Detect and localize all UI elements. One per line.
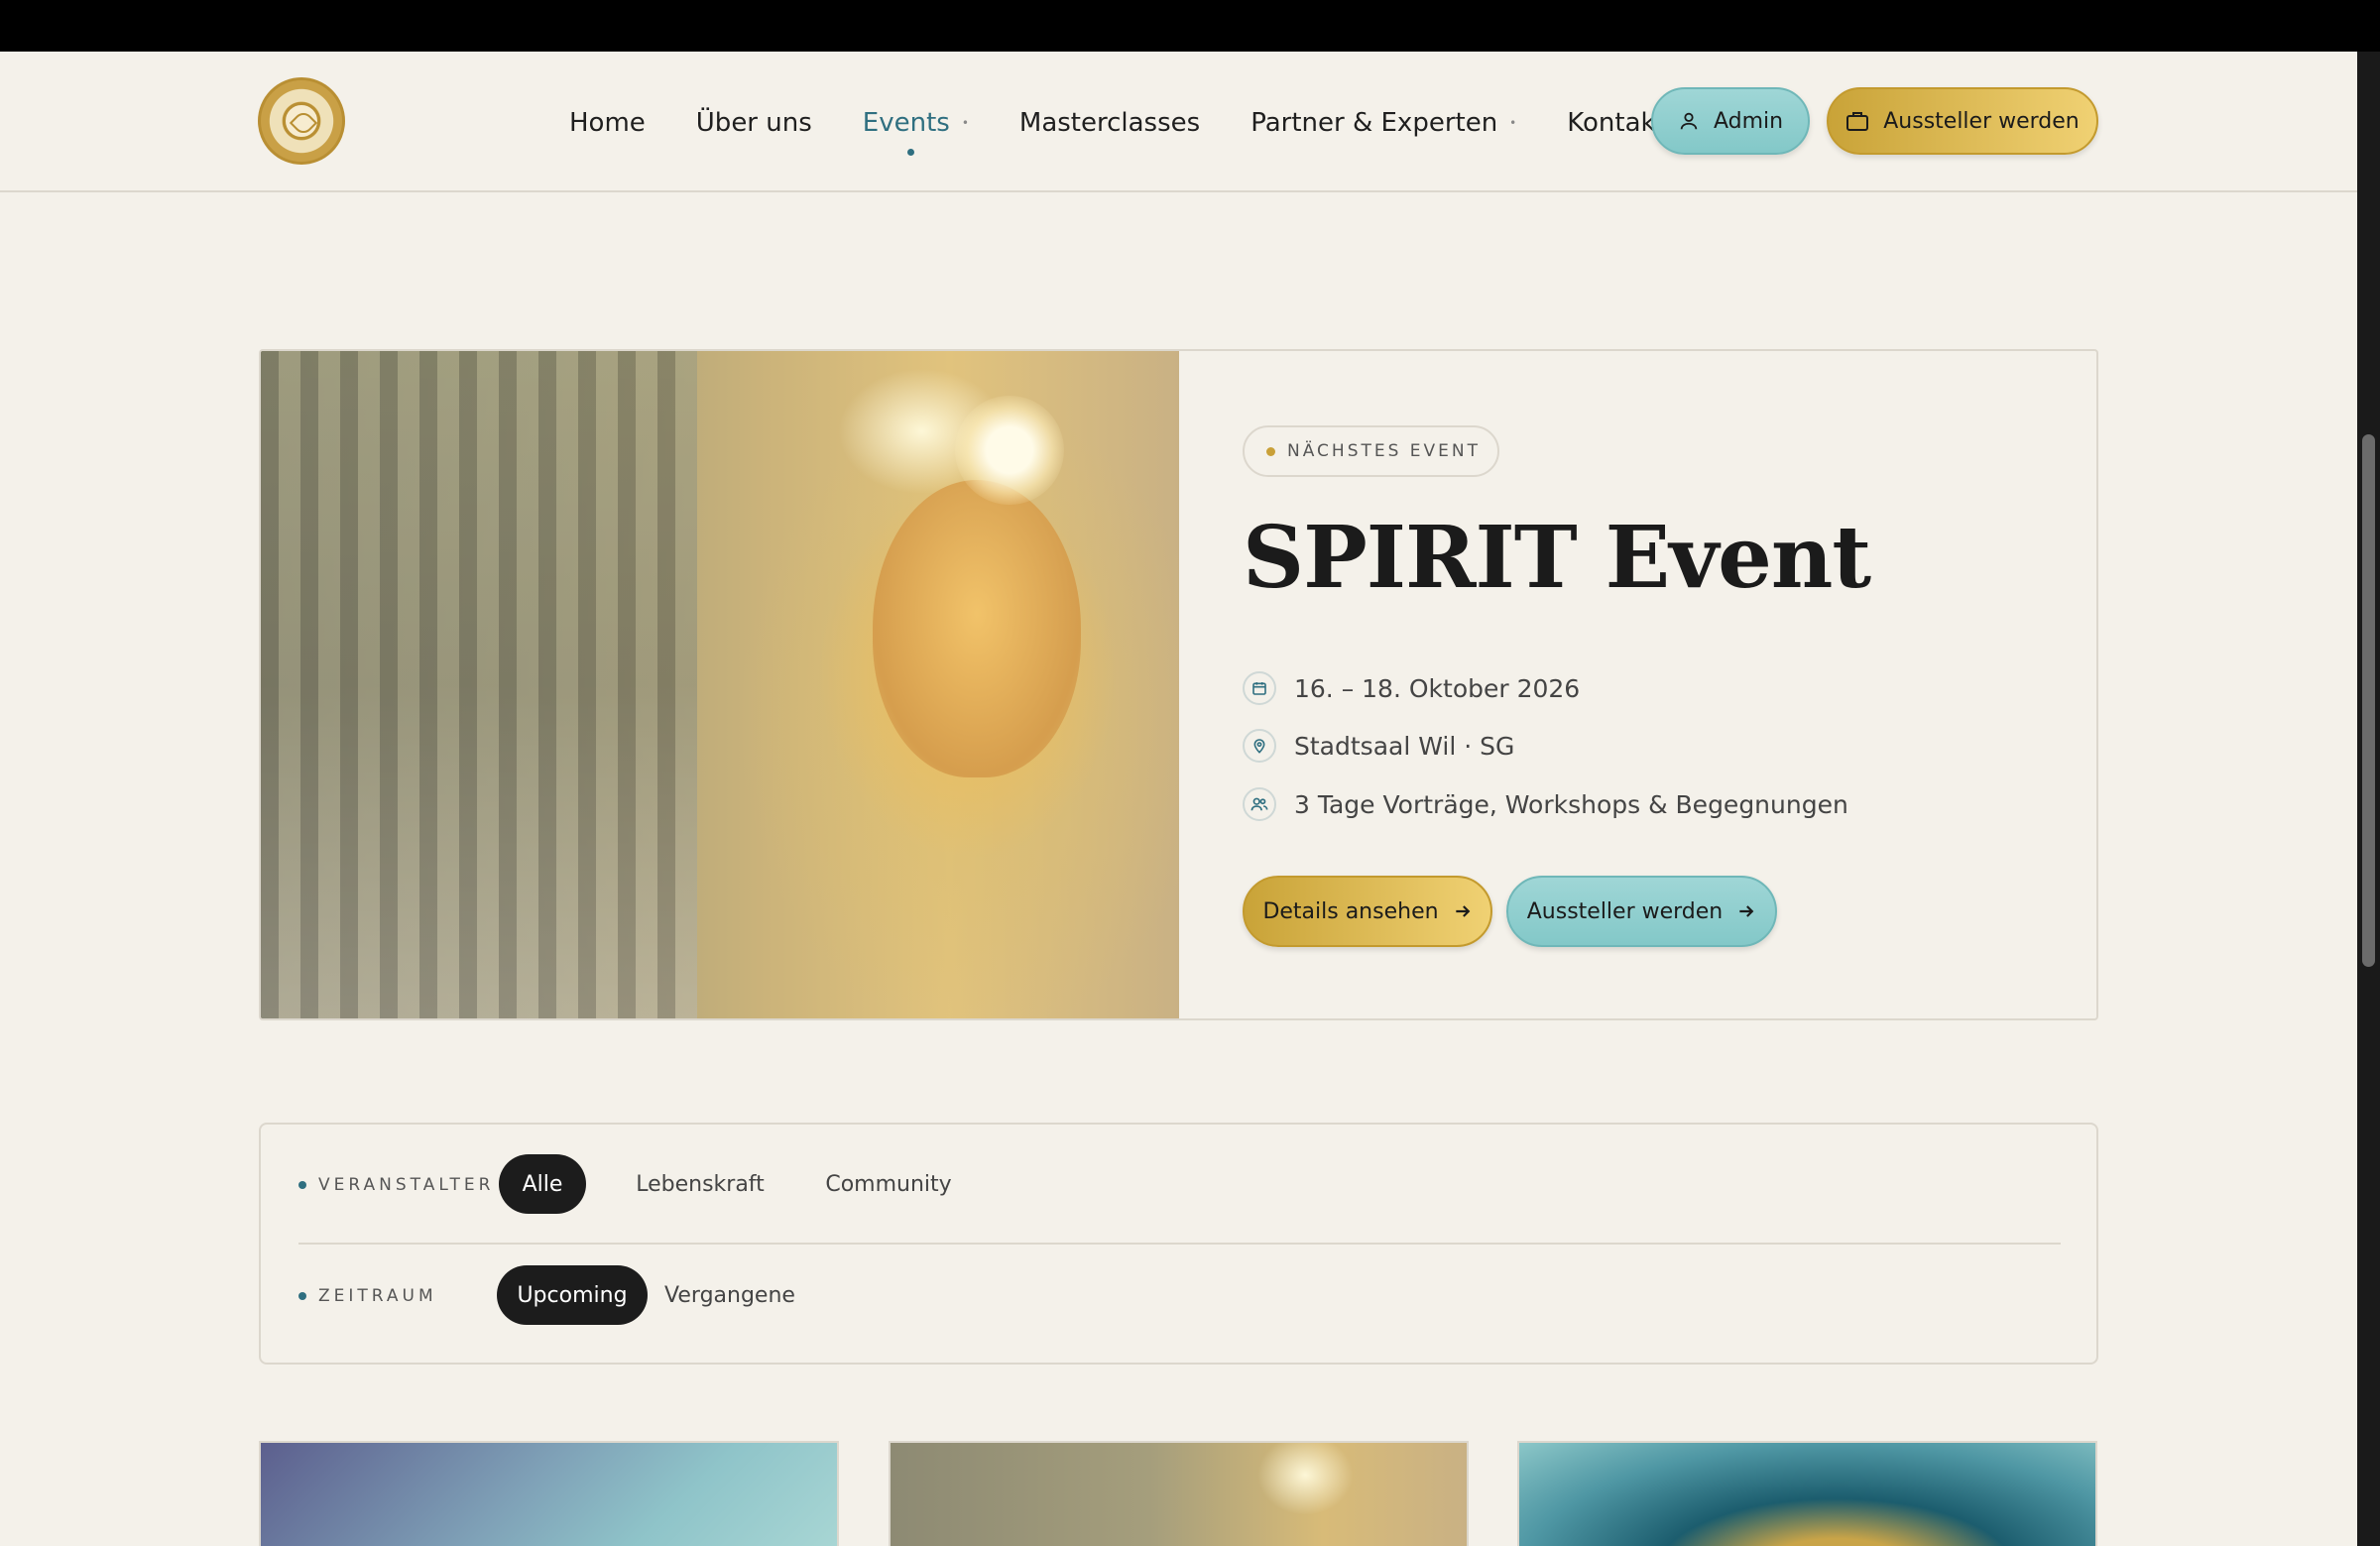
event-date: 16. – 18. Oktober 2026	[1243, 671, 1580, 705]
sun-glow	[955, 396, 1064, 505]
users-icon	[1243, 787, 1276, 821]
event-card-2-image[interactable]	[889, 1441, 1469, 1546]
chip-label: Upcoming	[517, 1282, 628, 1308]
site-header: Home Über uns Events • Masterclasses Part…	[0, 52, 2357, 192]
scrollbar-thumb[interactable]	[2362, 434, 2375, 967]
page-scrollbar[interactable]	[2357, 52, 2380, 1546]
dropdown-dot-icon: •	[1509, 116, 1517, 130]
label-dot	[298, 1292, 306, 1300]
crowd-photo-layer	[261, 351, 697, 1018]
filter-divider	[298, 1243, 2061, 1245]
chip-label: Community	[825, 1171, 952, 1197]
site-logo[interactable]	[258, 77, 345, 165]
period-filter-label: ZEITRAUM	[298, 1286, 437, 1306]
admin-label: Admin	[1713, 108, 1784, 134]
next-event-hero: NÄCHSTES EVENT SPIRIT Event 16. – 18. Ok…	[259, 349, 2098, 1020]
spirit-face-illustration	[873, 480, 1081, 777]
chip-label: Alle	[522, 1171, 563, 1197]
exhibitor-label: Aussteller werden	[1883, 108, 2080, 134]
event-card-3-image[interactable]	[1517, 1441, 2097, 1546]
chip-label: Vergangene	[664, 1282, 795, 1308]
tag-dot	[1266, 446, 1275, 456]
nav-item-ueber-uns[interactable]: Über uns	[696, 108, 812, 138]
arrow-right-icon	[1453, 901, 1473, 921]
filter-chip-community[interactable]: Community	[796, 1154, 981, 1214]
nav-item-events[interactable]: Events •	[862, 108, 969, 156]
user-icon	[1678, 110, 1700, 132]
next-event-tag: NÄCHSTES EVENT	[1243, 425, 1499, 477]
nav-item-masterclasses[interactable]: Masterclasses	[1019, 108, 1200, 138]
filter-chip-vergangene[interactable]: Vergangene	[652, 1265, 808, 1325]
calendar-icon	[1243, 671, 1276, 705]
event-location: Stadtsaal Wil · SG	[1243, 729, 1514, 763]
active-indicator	[907, 149, 915, 156]
dropdown-dot-icon: •	[961, 116, 969, 130]
filter-chip-alle[interactable]: Alle	[499, 1154, 586, 1214]
event-hero-image	[261, 351, 1179, 1018]
event-program-text: 3 Tage Vorträge, Workshops & Begegnungen	[1294, 789, 1848, 819]
nav-label: Home	[569, 108, 646, 138]
nav-label: Partner & Experten	[1250, 108, 1498, 138]
browser-top-bar	[0, 0, 2380, 52]
organizer-filter-label-row: VERANSTALTER	[298, 1175, 494, 1195]
event-title: SPIRIT Event	[1243, 508, 1871, 608]
period-label-text: ZEITRAUM	[318, 1286, 437, 1306]
organizer-filter-label: VERANSTALTER	[298, 1175, 494, 1195]
organizer-label-text: VERANSTALTER	[318, 1175, 495, 1195]
period-filter-label-row: ZEITRAUM	[298, 1286, 437, 1306]
nav-label: Über uns	[695, 108, 812, 138]
exhibitor-header-button[interactable]: Aussteller werden	[1827, 87, 2098, 155]
event-date-text: 16. – 18. Oktober 2026	[1294, 673, 1581, 703]
admin-button[interactable]: Admin	[1651, 87, 1810, 155]
event-filters: VERANSTALTER Alle Lebenskraft Community …	[259, 1123, 2098, 1365]
event-program: 3 Tage Vorträge, Workshops & Begegnungen	[1243, 787, 1848, 821]
details-button[interactable]: Details ansehen	[1243, 876, 1492, 947]
nav-item-partner-experten[interactable]: Partner & Experten •	[1250, 108, 1516, 138]
event-location-text: Stadtsaal Wil · SG	[1294, 731, 1515, 761]
event-card-1-image[interactable]	[259, 1441, 839, 1546]
chip-label: Lebenskraft	[636, 1171, 765, 1197]
nav-label: Masterclasses	[1018, 108, 1201, 138]
arrow-right-icon	[1736, 901, 1756, 921]
filter-chip-lebenskraft[interactable]: Lebenskraft	[606, 1154, 794, 1214]
nav-label: Events	[862, 108, 950, 138]
map-pin-icon	[1243, 729, 1276, 763]
exhibitor-hero-button[interactable]: Aussteller werden	[1506, 876, 1777, 947]
details-label: Details ansehen	[1262, 898, 1439, 924]
exhibitor-hero-label: Aussteller werden	[1526, 898, 1724, 924]
filter-chip-upcoming[interactable]: Upcoming	[497, 1265, 648, 1325]
nav-item-home[interactable]: Home	[569, 108, 646, 138]
logo-emblem-icon	[283, 102, 320, 140]
tag-label: NÄCHSTES EVENT	[1287, 441, 1482, 461]
label-dot	[298, 1181, 306, 1189]
briefcase-icon	[1845, 110, 1869, 132]
main-nav: Home Über uns Events • Masterclasses Part…	[569, 103, 1717, 156]
